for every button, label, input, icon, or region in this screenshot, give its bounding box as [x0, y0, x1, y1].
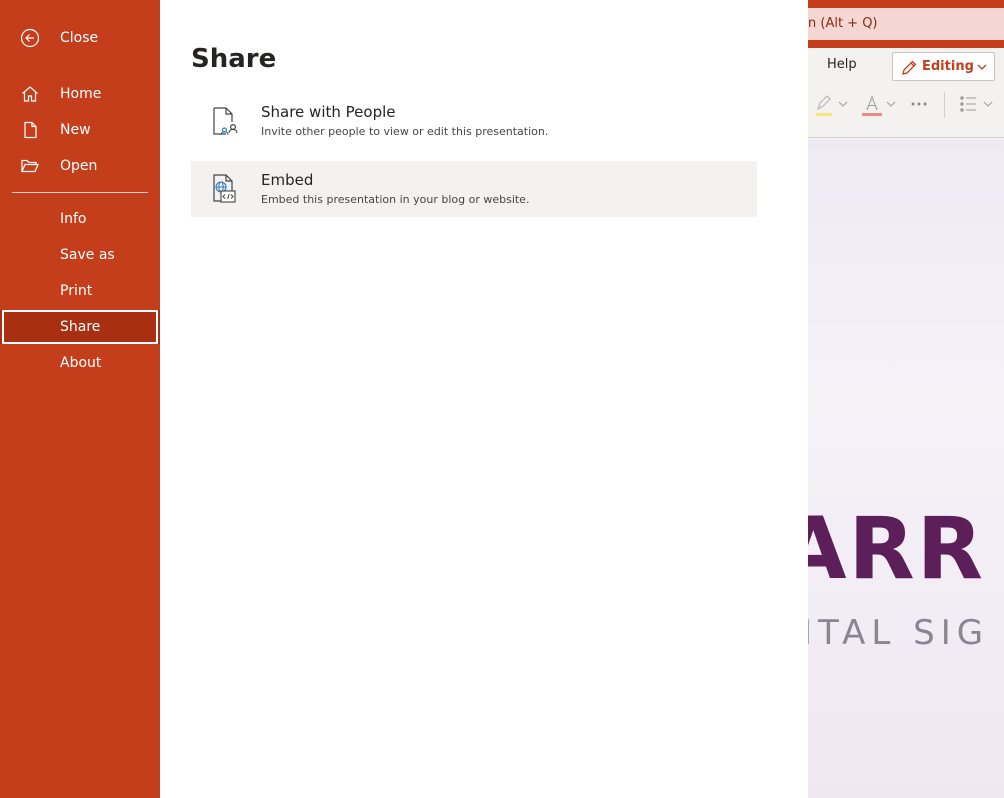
bullet-list-icon — [960, 96, 976, 112]
search-box[interactable]: n (Alt + Q) — [808, 8, 1004, 40]
nav-share-label: Share — [60, 319, 101, 335]
nav-open-button[interactable]: Open — [0, 149, 160, 183]
more-options-icon — [911, 102, 927, 106]
nav-info-label: Info — [60, 211, 87, 227]
slide-logo-subtext: ITAL SIG — [808, 613, 990, 653]
nav-save-as-button[interactable]: Save as — [0, 238, 160, 272]
nav-about-button[interactable]: About — [0, 346, 160, 380]
font-color-icon — [862, 95, 882, 116]
slide-logo-text: ARR — [808, 499, 986, 599]
editing-label: Editing — [922, 59, 974, 74]
chevron-down-icon — [838, 101, 848, 107]
nav-share-button[interactable]: Share — [0, 310, 160, 344]
embed-title: Embed — [261, 171, 314, 189]
share-panel: Share Share with People Invite other peo… — [160, 0, 808, 798]
highlighter-icon — [816, 95, 832, 116]
open-folder-icon — [21, 159, 39, 173]
embed-icon — [213, 174, 236, 203]
new-document-icon — [24, 121, 37, 139]
share-people-icon — [213, 107, 238, 136]
embed-desc: Embed this presentation in your blog or … — [261, 193, 530, 206]
pencil-icon — [902, 60, 917, 75]
chevron-down-icon — [977, 64, 987, 70]
ribbon-toolbar-icons — [816, 92, 993, 118]
nav-print-button[interactable]: Print — [0, 274, 160, 308]
share-with-people-title: Share with People — [261, 103, 396, 121]
nav-new-button[interactable]: New — [0, 113, 160, 147]
slide-canvas[interactable]: ARR ITAL SIG — [808, 139, 1004, 798]
ribbon-divider — [944, 92, 945, 118]
chevron-down-icon — [983, 101, 993, 107]
app-titlebar: n (Alt + Q) — [808, 0, 1004, 48]
backstage-nav: Close Home New Open Info Save as Print S… — [0, 0, 160, 798]
share-with-people-option[interactable]: Share with People Invite other people to… — [191, 93, 757, 149]
editing-mode-button[interactable]: Editing — [892, 52, 995, 81]
chevron-down-icon — [886, 101, 896, 107]
nav-new-label: New — [60, 122, 91, 138]
nav-close-button[interactable]: Close — [0, 21, 160, 55]
tab-help[interactable]: Help — [827, 57, 857, 72]
nav-home-label: Home — [60, 86, 102, 102]
page-title: Share — [191, 44, 277, 74]
share-with-people-desc: Invite other people to view or edit this… — [261, 125, 549, 138]
nav-divider — [12, 192, 148, 193]
nav-home-button[interactable]: Home — [0, 77, 160, 111]
home-icon — [22, 86, 38, 102]
background-app-window: n (Alt + Q) Help Editing ARR ITAL SIG — [808, 0, 1004, 798]
back-arrow-icon — [20, 28, 40, 48]
nav-open-label: Open — [60, 158, 98, 174]
nav-print-label: Print — [60, 283, 93, 299]
nav-close-label: Close — [60, 30, 99, 46]
embed-option[interactable]: Embed Embed this presentation in your bl… — [191, 161, 757, 217]
ribbon: Help Editing — [808, 48, 1004, 138]
nav-info-button[interactable]: Info — [0, 202, 160, 236]
nav-save-as-label: Save as — [60, 247, 115, 263]
nav-about-label: About — [60, 355, 102, 371]
